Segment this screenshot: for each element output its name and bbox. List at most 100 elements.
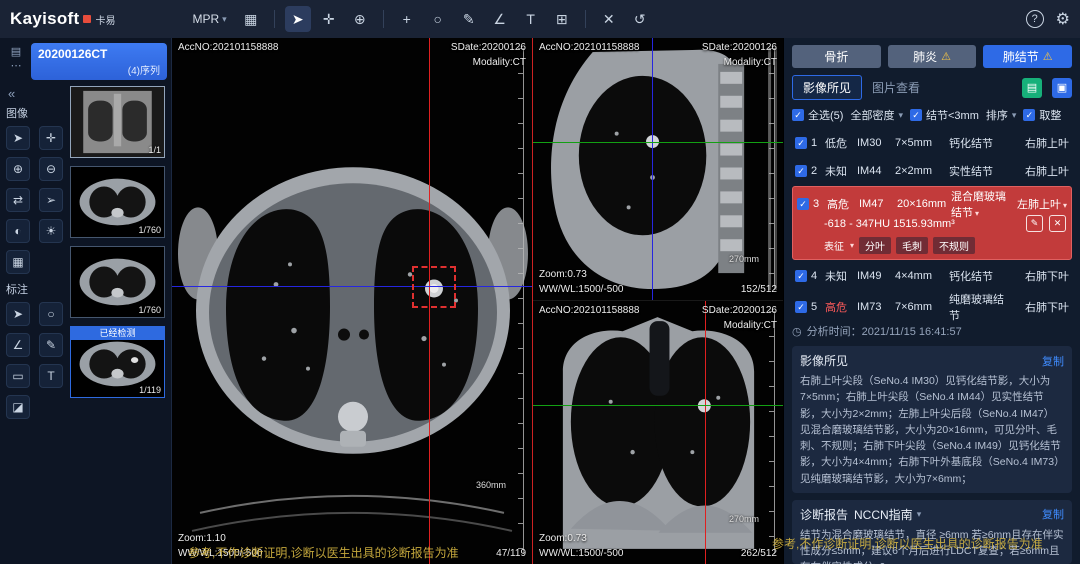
pan-icon[interactable]: ✛ [39, 126, 63, 150]
nodule-im: IM47 [859, 198, 897, 210]
series-thumbnail-scout[interactable]: 1/1 [70, 86, 165, 158]
text-tool-button[interactable]: T [518, 6, 544, 32]
findings-header: 影像所见 复制 [800, 352, 1064, 369]
mode-pneumonia-button[interactable]: 肺炎 ⚠ [888, 45, 977, 68]
guideline-dropdown[interactable]: NCCN指南 ▾ [854, 506, 921, 523]
axial-crosshair-horizontal[interactable] [172, 286, 532, 287]
series-thumbnail-axial-2[interactable]: 1/760 [70, 246, 165, 318]
nodule-row-2[interactable]: ✓ 2 未知 IM44 2×2mm 实性结节 右肺上叶 [792, 158, 1072, 183]
nodule-roi-box[interactable] [412, 266, 456, 308]
locate-icon[interactable]: ➢ [39, 188, 63, 212]
sagittal-ruler [767, 48, 775, 290]
checkbox-checked[interactable]: ✓ [795, 137, 807, 149]
tab-findings[interactable]: 影像所见 [792, 75, 862, 100]
mode-lung-nodule-button[interactable]: 肺结节 ⚠ [983, 45, 1072, 68]
feature-chip-spiculation[interactable]: 毛刺 [896, 237, 928, 254]
edit-nodule-button[interactable]: ✎ [1026, 215, 1043, 232]
series-list-icon[interactable]: ▤ [11, 45, 21, 58]
coronal-zoom-label: Zoom:0.73 [539, 532, 623, 547]
sagittal-crosshair-vertical[interactable] [652, 38, 653, 300]
feature-chip-irregular[interactable]: 不规则 [933, 237, 975, 254]
checkbox-checked[interactable]: ✓ [795, 165, 807, 177]
window-level-icon[interactable]: ▦ [6, 250, 30, 274]
coronal-viewport[interactable]: 270mm AccNO:202101158888 SDate:20200126 … [533, 301, 783, 564]
ellipse-tool-button[interactable]: ○ [425, 6, 451, 32]
checkbox-checked[interactable]: ✓ [795, 301, 807, 313]
nodule-type-dropdown[interactable]: 混合磨玻璃结节▾ [951, 188, 1009, 220]
nodule-row-5[interactable]: ✓ 5 高危 IM73 7×6mm 纯磨玻璃结节 右肺下叶 [792, 291, 1072, 316]
series-thumbnail-detected[interactable]: 已经检测 1/119 [70, 326, 165, 398]
pencil-tool-button[interactable]: ✎ [456, 6, 482, 32]
nodule-row-4[interactable]: ✓ 4 未知 IM49 4×4mm 钙化结节 右肺下叶 [792, 263, 1072, 288]
gear-icon[interactable]: ⚙ [1056, 9, 1070, 29]
nodule-im: IM49 [857, 270, 895, 282]
tab-image-view[interactable]: 图片查看 [872, 79, 920, 96]
mpr-dropdown[interactable]: MPR ▾ [186, 8, 232, 30]
checkbox-checked[interactable]: ✓ [910, 109, 922, 121]
layout-grid-icon[interactable]: ▦ [238, 6, 264, 32]
chevron-down-icon: ▾ [850, 241, 854, 250]
filter-sort-dropdown[interactable]: 排序 ▾ [986, 107, 1017, 123]
copy-findings-button[interactable]: 复制 [1042, 353, 1064, 369]
annotate-ellipse-icon[interactable]: ○ [39, 302, 63, 326]
axial-viewport[interactable]: 360mm AccNO:202101158888 SDate:20200126 … [172, 38, 532, 564]
filter-round[interactable]: ✓ 取整 [1023, 107, 1061, 123]
checkbox-checked[interactable]: ✓ [795, 270, 807, 282]
toolbar-divider [383, 10, 384, 28]
filter-select-all[interactable]: ✓ 全选(5) [792, 107, 843, 123]
cursor-tool-button[interactable]: ➤ [285, 6, 311, 32]
cursor-icon[interactable]: ➤ [6, 126, 30, 150]
nodule-row-3[interactable]: ✓ 3 高危 IM47 20×16mm 混合磨玻璃结节▾ 左肺上叶▾ [796, 188, 1068, 214]
measure-tool-button[interactable]: ⊞ [549, 6, 575, 32]
flip-icon[interactable]: ⇄ [6, 188, 30, 212]
help-icon[interactable]: ? [1026, 10, 1044, 28]
annotate-angle-icon[interactable]: ∠ [6, 333, 30, 357]
crosshair-tool-button[interactable]: + [394, 6, 420, 32]
sagittal-viewport[interactable]: 270mm AccNO:202101158888 SDate:20200126 … [533, 38, 783, 301]
reset-view-button[interactable]: ↺ [627, 6, 653, 32]
delete-annotation-button[interactable]: ✕ [596, 6, 622, 32]
checkbox-checked[interactable]: ✓ [797, 198, 809, 210]
sagittal-ruler-label: 270mm [729, 254, 759, 264]
angle-tool-button[interactable]: ∠ [487, 6, 513, 32]
sagittal-modality-label: Modality:CT [702, 56, 777, 71]
eraser-icon[interactable]: ◪ [6, 395, 30, 419]
annotate-text-icon[interactable]: T [39, 364, 63, 388]
annotate-pencil-icon[interactable]: ✎ [39, 333, 63, 357]
filter-density-dropdown[interactable]: 全部密度 ▾ [850, 107, 903, 123]
collapse-sidebar-button[interactable]: « [6, 85, 68, 102]
nodule-row-1[interactable]: ✓ 1 低危 IM30 7×5mm 钙化结节 右肺上叶 [792, 130, 1072, 155]
annotate-cursor-icon[interactable]: ➤ [6, 302, 30, 326]
brightness-icon[interactable]: ☀ [39, 219, 63, 243]
features-dropdown[interactable]: 表征▾ [824, 238, 854, 253]
axial-ruler-label: 360mm [476, 480, 506, 490]
copy-report-button[interactable]: 复制 [1042, 506, 1064, 522]
invert-icon[interactable]: ◐ [6, 219, 30, 243]
report-icon[interactable]: ▤ [1022, 78, 1042, 98]
mode-fracture-button[interactable]: 骨折 [792, 45, 881, 68]
zoom-tool-button[interactable]: ⊕ [347, 6, 373, 32]
more-icon[interactable]: ⋯ [11, 59, 22, 72]
annotate-rect-icon[interactable]: ▭ [6, 364, 30, 388]
series-thumbnail-axial-1[interactable]: 1/760 [70, 166, 165, 238]
nodule-row-3-selected[interactable]: ✓ 3 高危 IM47 20×16mm 混合磨玻璃结节▾ 左肺上叶▾ -618 … [792, 186, 1072, 260]
reconstruction-column: 270mm AccNO:202101158888 SDate:20200126 … [532, 38, 783, 564]
nodule-location-dropdown[interactable]: 左肺上叶▾ [1009, 196, 1067, 212]
series-thumbnail-list: 1/1 1/760 1/760 已经检测 1/119 [68, 83, 171, 564]
feature-chip-lobulation[interactable]: 分叶 [859, 237, 891, 254]
delete-nodule-button[interactable]: ✕ [1049, 215, 1066, 232]
coronal-modality-label: Modality:CT [702, 319, 777, 334]
zoom-out-icon[interactable]: ⊖ [39, 157, 63, 181]
nodule-size: 20×16mm [897, 198, 951, 210]
pan-tool-button[interactable]: ✛ [316, 6, 342, 32]
patient-card[interactable]: 20200126CT (4)序列 [31, 43, 167, 80]
filter-small-nodule[interactable]: ✓ 结节<3mm [910, 107, 979, 123]
coronal-crosshair-horizontal[interactable] [533, 405, 783, 406]
zoom-in-icon[interactable]: ⊕ [6, 157, 30, 181]
sagittal-crosshair-horizontal[interactable] [533, 142, 783, 143]
checkbox-checked[interactable]: ✓ [1023, 109, 1035, 121]
image-export-icon[interactable]: ▣ [1052, 78, 1072, 98]
checkbox-checked[interactable]: ✓ [792, 109, 804, 121]
coronal-crosshair-vertical[interactable] [705, 301, 706, 564]
axial-sdate-label: SDate:20200126 [451, 41, 526, 56]
